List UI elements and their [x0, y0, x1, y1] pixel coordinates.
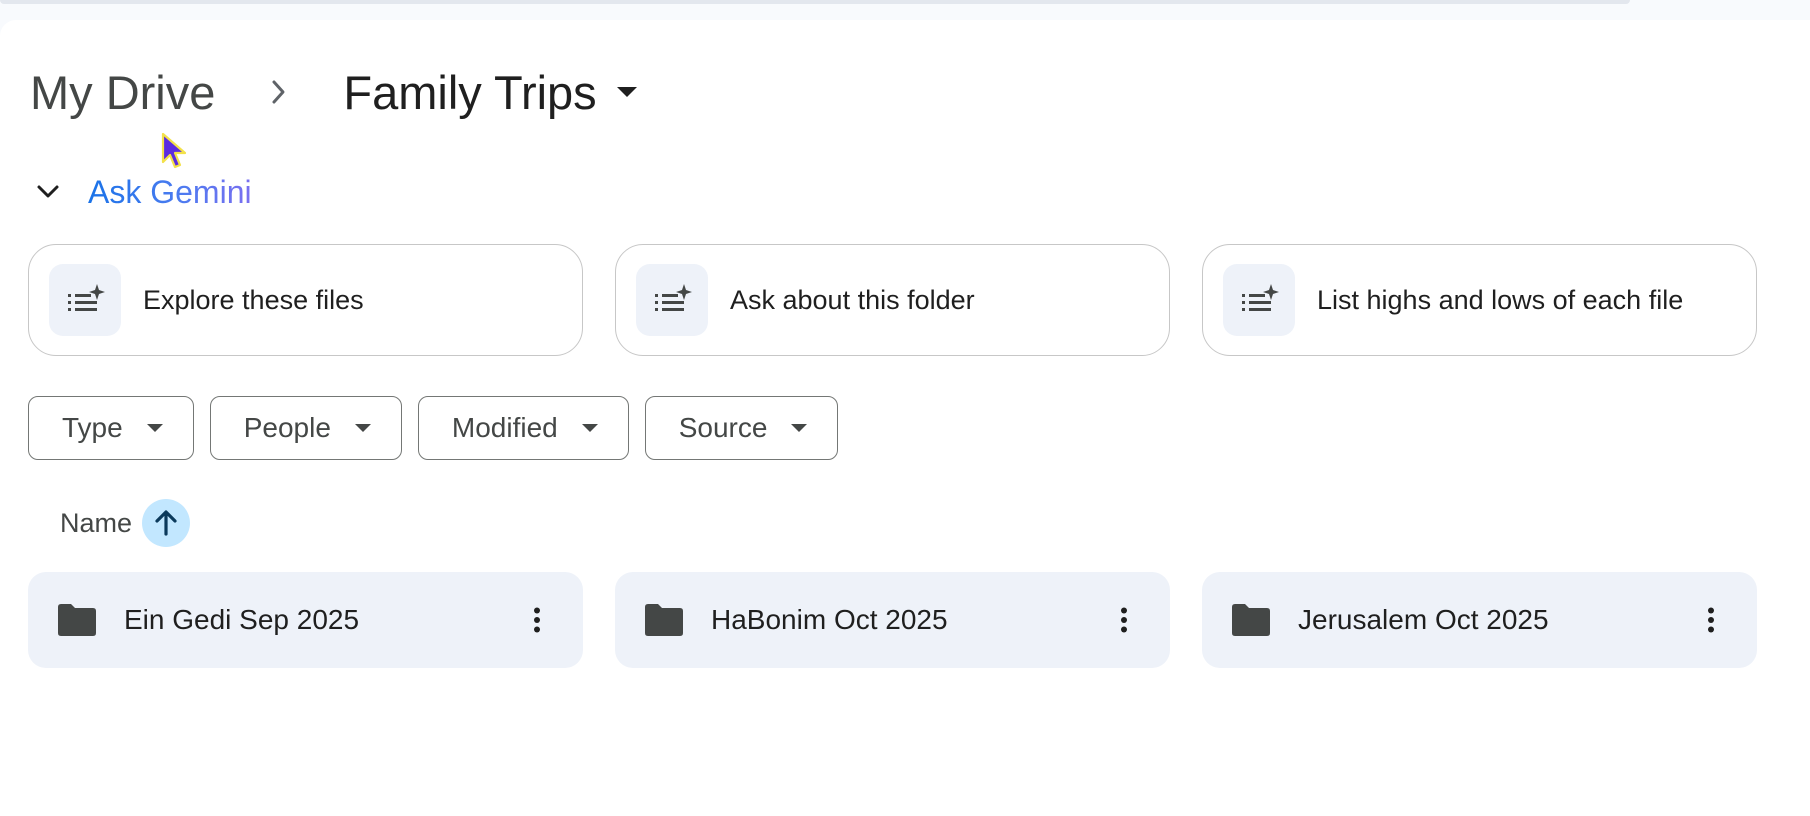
folder-icon [1229, 602, 1273, 638]
arrow-up-icon [155, 510, 177, 536]
suggestion-ask-folder[interactable]: Ask about this folder [615, 244, 1170, 356]
folder-icon [55, 602, 99, 638]
top-bar [0, 0, 1810, 20]
breadcrumb-current-folder[interactable]: Family Trips [343, 65, 638, 120]
chip-label: Modified [451, 412, 558, 443]
chip-label: People [243, 412, 331, 443]
folder-name: Ein Gedi Sep 2025 [124, 604, 360, 635]
caret-down-icon [145, 418, 165, 438]
mouse-cursor-icon [160, 131, 188, 171]
sort-name-label[interactable]: Name [60, 508, 132, 539]
breadcrumb-my-drive[interactable]: My Drive [28, 65, 217, 120]
more-vert-icon[interactable] [513, 596, 561, 644]
folder-grid: Ein Gedi Sep 2025 HaBonim Oct 2025 Jerus… [28, 572, 1757, 668]
breadcrumb: My Drive Family Trips [28, 62, 639, 122]
caret-down-icon [353, 418, 373, 438]
folder-tile[interactable]: Jerusalem Oct 2025 [1202, 572, 1757, 668]
filter-modified-chip[interactable]: Modified [417, 396, 629, 460]
suggestion-label: Explore these files [143, 284, 364, 315]
chip-label: Source [678, 412, 768, 443]
chevron-down-icon [28, 172, 68, 212]
filter-source-chip[interactable]: Source [644, 396, 839, 460]
summarize-sparkle-icon [1223, 264, 1295, 336]
filter-chips: Type People Modified Source [28, 396, 839, 460]
more-vert-icon[interactable] [1687, 596, 1735, 644]
folder-tile[interactable]: HaBonim Oct 2025 [615, 572, 1170, 668]
search-bar-edge [0, 0, 1630, 4]
sort-direction-button[interactable] [142, 499, 191, 547]
suggestion-label: Ask about this folder [730, 284, 975, 315]
suggestion-highs-lows[interactable]: List highs and lows of each file [1202, 244, 1757, 356]
filter-type-chip[interactable]: Type [28, 396, 194, 460]
caret-down-icon [615, 80, 639, 104]
folder-name: HaBonim Oct 2025 [711, 604, 948, 635]
chevron-right-icon [259, 79, 299, 105]
suggestion-label: List highs and lows of each file [1317, 284, 1684, 315]
summarize-sparkle-icon [49, 264, 121, 336]
ask-gemini-label: Ask Gemini [88, 173, 252, 210]
folder-tile[interactable]: Ein Gedi Sep 2025 [28, 572, 583, 668]
suggestion-explore-files[interactable]: Explore these files [28, 244, 583, 356]
filter-people-chip[interactable]: People [209, 396, 402, 460]
summarize-sparkle-icon [636, 264, 708, 336]
caret-down-icon [580, 418, 600, 438]
caret-down-icon [789, 418, 809, 438]
ask-gemini-toggle[interactable]: Ask Gemini [28, 172, 252, 212]
sort-header: Name [60, 499, 191, 547]
gemini-suggestions: Explore these files Ask about this folde… [28, 244, 1757, 356]
current-folder-title: Family Trips [343, 65, 597, 119]
folder-icon [642, 602, 686, 638]
folder-name: Jerusalem Oct 2025 [1298, 604, 1549, 635]
more-vert-icon[interactable] [1100, 596, 1148, 644]
chip-label: Type [62, 412, 123, 443]
